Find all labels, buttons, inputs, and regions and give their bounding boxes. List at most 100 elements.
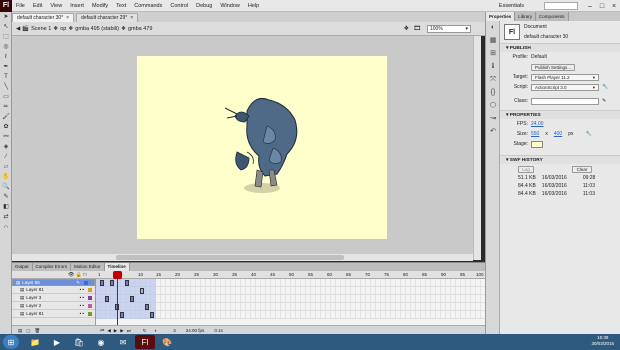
tab-output[interactable]: Output [12, 263, 33, 271]
tab-document-29[interactable]: default character 29* × [76, 13, 139, 22]
pen-icon[interactable]: ✒ [0, 62, 12, 72]
pencil-icon[interactable]: ✏ [0, 102, 12, 112]
mail-icon[interactable]: ✉ [113, 335, 133, 349]
close-tab-icon[interactable]: × [130, 14, 133, 22]
paint-icon[interactable]: 🎨 [157, 335, 177, 349]
keyframe[interactable] [110, 280, 114, 286]
script-select[interactable]: ActionScript 3.0 ▾ [531, 83, 599, 91]
motion-presets-icon[interactable]: ↝ [486, 112, 500, 125]
scroll-thumb[interactable] [116, 255, 344, 260]
paint-bucket-icon[interactable]: ◈ [0, 142, 12, 152]
tab-components[interactable]: Components [536, 12, 569, 21]
media-player-icon[interactable]: ▶ [47, 335, 67, 349]
system-clock[interactable]: 15:39 30/03/2016 [591, 335, 614, 347]
menu-help[interactable]: Help [244, 0, 263, 12]
clear-button[interactable]: Clear [572, 165, 592, 173]
character-artwork[interactable] [137, 56, 387, 239]
zoom-tool-icon[interactable]: 🔍 [0, 182, 12, 192]
start-button-icon[interactable]: ⊞ [3, 335, 19, 349]
breadcrumb-scene[interactable]: Scene 1 [31, 26, 51, 32]
fill-color-icon[interactable]: ◧ [0, 202, 12, 212]
tab-properties[interactable]: Properties [486, 12, 516, 21]
deco-icon[interactable]: ✿ [0, 122, 12, 132]
keyframe[interactable] [105, 296, 109, 302]
eraser-icon[interactable]: ▱ [0, 162, 12, 172]
keyframe[interactable] [130, 296, 134, 302]
stage[interactable] [137, 56, 387, 239]
close-icon[interactable]: × [608, 3, 620, 10]
section-publish[interactable]: ▾ PUBLISH [500, 43, 620, 52]
menu-debug[interactable]: Debug [192, 0, 216, 12]
layer-color-swatch[interactable] [88, 311, 92, 316]
wrench-icon[interactable]: 🔧 [602, 82, 608, 92]
height-value[interactable]: 400 [554, 129, 562, 139]
history-icon[interactable]: ↶ [486, 125, 500, 138]
info-icon[interactable]: ℹ [486, 60, 500, 73]
workspace-switcher[interactable]: Essentials [499, 3, 524, 9]
keyframe[interactable] [145, 304, 149, 310]
selection-tool-icon[interactable]: ➤ [0, 12, 12, 22]
keyframe[interactable] [140, 288, 144, 294]
rectangle-tool-icon[interactable]: ▭ [0, 92, 12, 102]
frame-grid[interactable]: 1 5 10 15 20 25 30 35 40 45 50 55 60 65 … [96, 271, 485, 325]
fps-value[interactable]: 24.00 [531, 119, 544, 129]
menu-edit[interactable]: Edit [29, 0, 46, 12]
pencil-icon[interactable]: ✎ [602, 96, 606, 106]
breadcrumb-gmba495[interactable]: gmba 495 (stabili) [75, 26, 119, 32]
menu-commands[interactable]: Commands [130, 0, 166, 12]
snap-icon[interactable]: ∩ [0, 222, 12, 232]
keyframe[interactable] [150, 312, 154, 318]
3d-rotation-icon[interactable]: ◎ [0, 42, 12, 52]
chrome-icon[interactable]: ◉ [91, 335, 111, 349]
maximize-icon[interactable]: □ [596, 3, 608, 10]
stage-color-swatch[interactable] [531, 140, 543, 148]
section-swf-history[interactable]: ▾ SWF HISTORY [500, 155, 620, 164]
transform-icon[interactable]: ⤧ [486, 73, 500, 86]
target-select[interactable]: Flash Player 11.2 ▾ [531, 73, 599, 81]
publish-settings-button[interactable]: Publish Settings... [531, 63, 576, 71]
swatches-icon[interactable]: ▦ [486, 34, 500, 47]
horizontal-scrollbar[interactable] [12, 254, 473, 261]
layer-color-swatch[interactable] [88, 287, 92, 292]
line-tool-icon[interactable]: ╲ [0, 82, 12, 92]
edit-scene-icon[interactable]: 🎞 [413, 25, 421, 32]
zoom-select[interactable]: 100% ▾ [427, 25, 471, 33]
playhead-line[interactable] [117, 271, 118, 325]
layer-color-swatch[interactable] [84, 280, 88, 285]
menu-view[interactable]: View [46, 0, 66, 12]
lasso-icon[interactable]: ℓ [0, 52, 12, 62]
breadcrumb-gmba479[interactable]: gmba 479 [128, 26, 152, 32]
keyframe[interactable] [125, 280, 129, 286]
keyframe[interactable] [100, 280, 104, 286]
section-properties[interactable]: ▾ PROPERTIES [500, 110, 620, 119]
explorer-icon[interactable]: 📁 [25, 335, 45, 349]
wrench-icon[interactable]: 🔧 [585, 129, 591, 139]
width-value[interactable]: 550 [531, 129, 539, 139]
minimize-icon[interactable]: – [584, 3, 596, 10]
tab-library[interactable]: Library [515, 12, 537, 21]
breadcrumb-op[interactable]: op [60, 26, 66, 32]
help-search-input[interactable] [544, 2, 578, 10]
free-transform-icon[interactable]: ⬚ [0, 32, 12, 42]
layer-color-swatch[interactable] [88, 295, 92, 300]
vertical-scrollbar[interactable] [473, 36, 481, 260]
back-arrow-icon[interactable]: ◀ [16, 26, 20, 32]
code-snippets-icon[interactable]: {} [486, 86, 500, 99]
text-tool-icon[interactable]: T [0, 72, 12, 82]
stroke-color-icon[interactable]: ✎ [0, 192, 12, 202]
menu-text[interactable]: Text [112, 0, 130, 12]
menu-control[interactable]: Control [166, 0, 192, 12]
subselection-tool-icon[interactable]: ↖ [0, 22, 12, 32]
outline-icon[interactable]: □ [83, 272, 86, 278]
swap-colors-icon[interactable]: ⇄ [0, 212, 12, 222]
color-panel-icon[interactable]: ◐ [486, 21, 500, 34]
eye-icon[interactable]: 👁 [68, 272, 74, 278]
hand-tool-icon[interactable]: ✋ [0, 172, 12, 182]
keyframe[interactable] [120, 312, 124, 318]
playhead-marker[interactable] [113, 271, 122, 279]
edit-symbol-icon[interactable]: ❖ [404, 25, 409, 32]
store-icon[interactable]: 🛍 [69, 335, 89, 349]
layer-color-swatch[interactable] [88, 303, 92, 308]
tab-timeline[interactable]: Timeline [104, 263, 130, 271]
close-tab-icon[interactable]: × [66, 14, 69, 22]
